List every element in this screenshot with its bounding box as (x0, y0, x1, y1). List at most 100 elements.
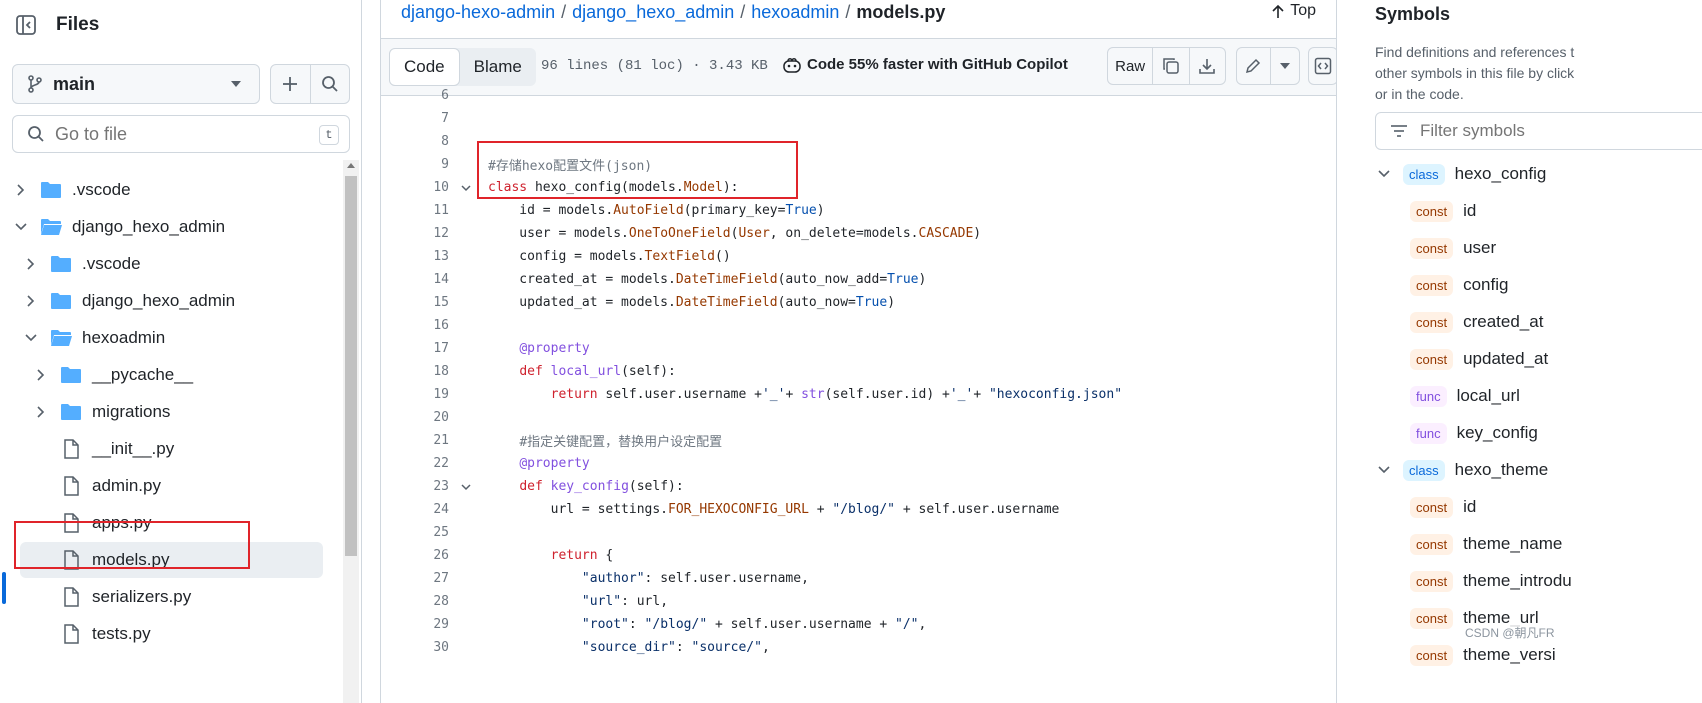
tree-file-item[interactable]: tests.py (34, 616, 320, 652)
symbol-item[interactable]: class hexo_theme (1377, 454, 1548, 486)
code-line[interactable]: 9 #存储hexo配置文件(json) (381, 153, 1336, 176)
line-number[interactable]: 20 (381, 410, 449, 425)
line-number[interactable]: 19 (381, 387, 449, 402)
code-line[interactable]: 24 url = settings.FOR_HEXOCONFIG_URL + "… (381, 498, 1336, 521)
expand-toggle[interactable] (24, 294, 38, 308)
symbol-item[interactable]: const theme_introdu (1410, 565, 1572, 597)
code-line[interactable]: 22 @property (381, 452, 1336, 475)
tree-folder-item[interactable]: hexoadmin (24, 320, 320, 356)
tree-file-item[interactable]: serializers.py (34, 579, 320, 615)
line-number[interactable]: 10 (381, 180, 449, 195)
symbol-item[interactable]: const id (1410, 491, 1476, 523)
line-number[interactable]: 14 (381, 272, 449, 287)
line-number[interactable]: 9 (381, 157, 449, 172)
breadcrumb-dir-link[interactable]: hexoadmin (751, 2, 839, 23)
code-line[interactable]: 29 "root": "/blog/" + self.user.username… (381, 613, 1336, 636)
tree-file-item[interactable]: models.py (20, 542, 323, 578)
edit-file-button[interactable] (1237, 48, 1270, 84)
tree-file-item[interactable]: __init__.py (34, 431, 320, 467)
filter-symbols-field[interactable] (1375, 112, 1702, 150)
tree-folder-item[interactable]: .vscode (24, 246, 320, 282)
download-button[interactable] (1188, 48, 1225, 84)
line-number[interactable]: 30 (381, 640, 449, 655)
line-number[interactable]: 27 (381, 571, 449, 586)
tree-file-item[interactable]: apps.py (34, 505, 320, 541)
code-line[interactable]: 30 "source_dir": "source/", (381, 636, 1336, 659)
symbol-item[interactable]: const id (1410, 195, 1476, 227)
line-number[interactable]: 26 (381, 548, 449, 563)
line-number[interactable]: 24 (381, 502, 449, 517)
code-line[interactable]: 27 "author": self.user.username, (381, 567, 1336, 590)
line-number[interactable]: 22 (381, 456, 449, 471)
code-line[interactable]: 16 (381, 314, 1336, 337)
line-number[interactable]: 6 (381, 88, 449, 103)
tree-file-item[interactable]: admin.py (34, 468, 320, 504)
expand-toggle[interactable] (14, 183, 28, 197)
line-number[interactable]: 28 (381, 594, 449, 609)
symbol-item[interactable]: func local_url (1410, 380, 1520, 412)
go-to-file-field[interactable]: t (12, 115, 350, 153)
tree-folder-item[interactable]: __pycache__ (34, 357, 320, 393)
copilot-promo-link[interactable]: Code 55% faster with GitHub Copilot (783, 56, 1068, 73)
code-line[interactable]: 14 created_at = models.DateTimeField(aut… (381, 268, 1336, 291)
toggle-symbols-button[interactable] (1309, 48, 1336, 84)
collapse-sidebar-button[interactable] (12, 11, 40, 39)
code-line[interactable]: 19 return self.user.username +'_'+ str(s… (381, 383, 1336, 406)
add-file-button[interactable] (271, 65, 310, 103)
line-number[interactable]: 15 (381, 295, 449, 310)
symbol-item[interactable]: const created_at (1410, 306, 1543, 338)
expand-toggle[interactable] (24, 331, 38, 345)
symbol-item[interactable]: const config (1410, 269, 1508, 301)
code-line[interactable]: 10 class hexo_config(models.Model): (381, 176, 1336, 199)
expand-toggle[interactable] (1377, 463, 1391, 477)
line-number[interactable]: 29 (381, 617, 449, 632)
line-number[interactable]: 17 (381, 341, 449, 356)
code-line[interactable]: 26 return { (381, 544, 1336, 567)
line-number[interactable]: 8 (381, 134, 449, 149)
tab-blame[interactable]: Blame (460, 48, 536, 86)
tree-folder-item[interactable]: .vscode (14, 172, 320, 208)
line-number[interactable]: 12 (381, 226, 449, 241)
line-number[interactable]: 21 (381, 433, 449, 448)
symbol-item[interactable]: const updated_at (1410, 343, 1548, 375)
expand-toggle[interactable] (1377, 167, 1391, 181)
tree-folder-item[interactable]: migrations (34, 394, 320, 430)
tree-folder-item[interactable]: django_hexo_admin (14, 209, 320, 245)
go-to-file-input[interactable] (55, 123, 295, 145)
back-to-top-link[interactable]: Top (1272, 2, 1316, 20)
line-number[interactable]: 23 (381, 479, 449, 494)
line-number[interactable]: 11 (381, 203, 449, 218)
line-number[interactable]: 18 (381, 364, 449, 379)
scroll-up-arrow-icon[interactable] (347, 163, 355, 168)
search-code-button[interactable] (309, 65, 350, 103)
branch-selector[interactable]: main (12, 64, 260, 104)
code-line[interactable]: 8 (381, 130, 1336, 153)
code-line[interactable]: 12 user = models.OneToOneField(User, on_… (381, 222, 1336, 245)
fold-toggle[interactable] (459, 181, 473, 195)
copy-raw-button[interactable] (1152, 48, 1188, 84)
code-line[interactable]: 7 (381, 107, 1336, 130)
file-tree-scrollbar-thumb[interactable] (345, 176, 357, 556)
filter-symbols-input[interactable] (1420, 121, 1680, 141)
line-number[interactable]: 25 (381, 525, 449, 540)
expand-toggle[interactable] (34, 368, 48, 382)
fold-toggle[interactable] (459, 480, 473, 494)
symbol-item[interactable]: const theme_name (1410, 528, 1562, 560)
code-line[interactable]: 23 def key_config(self): (381, 475, 1336, 498)
code-line[interactable]: 18 def local_url(self): (381, 360, 1336, 383)
tab-code[interactable]: Code (389, 48, 460, 86)
line-number[interactable]: 16 (381, 318, 449, 333)
line-number[interactable]: 7 (381, 111, 449, 126)
raw-button[interactable]: Raw (1108, 48, 1152, 84)
line-number[interactable]: 13 (381, 249, 449, 264)
expand-toggle[interactable] (24, 257, 38, 271)
expand-toggle[interactable] (14, 220, 28, 234)
breadcrumb-repo-link[interactable]: django-hexo-admin (401, 2, 555, 23)
symbol-item[interactable]: const user (1410, 232, 1496, 264)
code-line[interactable]: 28 "url": url, (381, 590, 1336, 613)
symbol-item[interactable]: func key_config (1410, 417, 1538, 449)
code-line[interactable]: 15 updated_at = models.DateTimeField(aut… (381, 291, 1336, 314)
code-line[interactable]: 17 @property (381, 337, 1336, 360)
symbol-item[interactable]: const theme_versi (1410, 639, 1556, 671)
code-line[interactable]: 21 #指定关键配置，替换用户设定配置 (381, 429, 1336, 452)
